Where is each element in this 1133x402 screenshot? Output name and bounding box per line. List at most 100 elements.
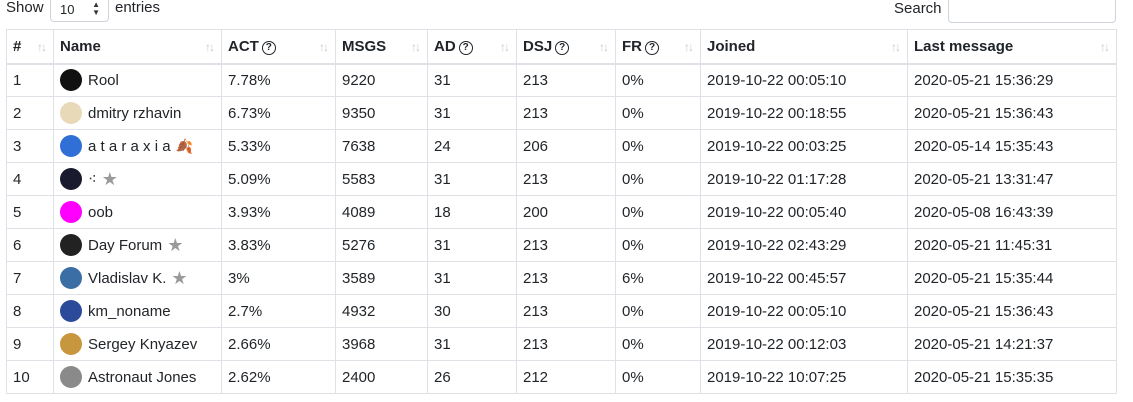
last-message-cell: 2020-05-21 15:35:44 — [907, 261, 1117, 295]
entries-per-page-select[interactable]: 10 ▲ ▼ — [50, 0, 109, 22]
joined-cell: 2019-10-22 00:03:25 — [700, 129, 908, 163]
user-cell[interactable]: km_noname — [60, 300, 215, 322]
last-message-cell: 2020-05-21 15:36:43 — [907, 294, 1117, 328]
act-cell: 5.33% — [221, 129, 336, 163]
column-header-joined[interactable]: Joined ↑↓ — [700, 29, 908, 65]
user-cell[interactable]: Day Forum ★ — [60, 234, 215, 256]
dsj-cell: 206 — [516, 129, 616, 163]
joined-cell: 2019-10-22 00:05:10 — [700, 294, 908, 328]
column-header-ad[interactable]: AD? ↑↓ — [427, 29, 517, 65]
user-name: Rool — [88, 71, 119, 89]
joined-cell: 2019-10-22 00:05:40 — [700, 195, 908, 229]
sort-icon[interactable]: ↑↓ — [411, 40, 421, 54]
ad-cell: 30 — [427, 294, 517, 328]
last-message-cell: 2020-05-14 15:35:43 — [907, 129, 1117, 163]
fr-cell: 6% — [615, 261, 701, 295]
table-header-row: # ↑↓ Name ↑↓ ACT? ↑↓ MSGS ↑↓ AD? ↑↓ DSJ? ↑↓ FR? ↑↓ Joi… — [6, 29, 1117, 65]
sort-icon[interactable]: ↑↓ — [205, 40, 215, 54]
avatar — [60, 333, 82, 355]
column-header-rank[interactable]: # ↑↓ — [6, 29, 54, 65]
msgs-cell: 9220 — [335, 63, 428, 97]
column-header-name[interactable]: Name ↑↓ — [53, 29, 222, 65]
dsj-cell: 213 — [516, 228, 616, 262]
dsj-cell: 213 — [516, 63, 616, 97]
dsj-cell: 213 — [516, 162, 616, 196]
msgs-cell: 2400 — [335, 360, 428, 394]
help-icon[interactable]: ? — [261, 40, 276, 55]
dsj-cell: 213 — [516, 261, 616, 295]
user-cell[interactable]: dmitry rzhavin — [60, 102, 215, 124]
sort-icon[interactable]: ↑↓ — [37, 40, 47, 54]
user-cell[interactable]: Astronaut Jones — [60, 366, 215, 388]
sort-icon[interactable]: ↑↓ — [599, 40, 609, 54]
user-name: a t a r a x i a — [88, 137, 171, 155]
column-header-fr[interactable]: FR? ↑↓ — [615, 29, 701, 65]
search-input[interactable] — [948, 0, 1116, 23]
user-name: oob — [88, 203, 114, 221]
star-icon: ★ — [101, 169, 118, 189]
last-message-cell: 2020-05-08 16:43:39 — [907, 195, 1117, 229]
user-cell[interactable]: Sergey Knyazev — [60, 333, 215, 355]
act-cell: 2.66% — [221, 327, 336, 361]
column-header-label: AD — [434, 37, 456, 55]
user-name: Sergey Knyazev — [88, 335, 198, 353]
column-header-dsj[interactable]: DSJ? ↑↓ — [516, 29, 616, 65]
ad-cell: 31 — [427, 162, 517, 196]
msgs-cell: 9350 — [335, 96, 428, 130]
sort-icon[interactable]: ↑↓ — [500, 40, 510, 54]
column-header-act[interactable]: ACT? ↑↓ — [221, 29, 336, 65]
dsj-cell: 213 — [516, 294, 616, 328]
column-header-last-message[interactable]: Last message ↑↓ — [907, 29, 1117, 65]
user-cell[interactable]: Rool — [60, 69, 215, 92]
user-cell[interactable]: a t a r a x i a 🍂 — [60, 135, 215, 157]
act-cell: 5.09% — [221, 162, 336, 196]
column-header-label: DSJ — [523, 37, 553, 55]
table-row: 8 km_noname 2.7% 4932 30 213 0% 2019-10-22 00:0… — [6, 294, 1117, 328]
dsj-cell: 213 — [516, 327, 616, 361]
sort-icon[interactable]: ↑↓ — [1100, 40, 1110, 54]
fr-cell: 0% — [615, 96, 701, 130]
rank-cell: 6 — [6, 228, 54, 262]
joined-cell: 2019-10-22 00:18:55 — [700, 96, 908, 130]
msgs-cell: 7638 — [335, 129, 428, 163]
name-cell: oob — [53, 195, 222, 229]
rank-cell: 1 — [6, 63, 54, 97]
sort-icon[interactable]: ↑↓ — [891, 40, 901, 54]
last-message-cell: 2020-05-21 15:35:35 — [907, 360, 1117, 394]
msgs-cell: 5583 — [335, 162, 428, 196]
msgs-cell: 3589 — [335, 261, 428, 295]
name-cell: Astronaut Jones — [53, 360, 222, 394]
column-header-msgs[interactable]: MSGS ↑↓ — [335, 29, 428, 65]
sort-icon[interactable]: ↑↓ — [319, 40, 329, 54]
name-cell: Sergey Knyazev — [53, 327, 222, 361]
msgs-cell: 3968 — [335, 327, 428, 361]
avatar — [60, 69, 82, 92]
help-icon[interactable]: ? — [458, 40, 473, 55]
last-message-cell: 2020-05-21 11:45:31 — [907, 228, 1117, 262]
column-header-label: Last message — [914, 37, 1014, 55]
user-cell[interactable]: Vladislav K. ★ — [60, 267, 215, 289]
joined-cell: 2019-10-22 10:07:25 — [700, 360, 908, 394]
avatar — [60, 201, 82, 223]
act-cell: 7.78% — [221, 63, 336, 97]
act-cell: 2.62% — [221, 360, 336, 394]
dsj-cell: 212 — [516, 360, 616, 394]
column-header-label: MSGS — [342, 37, 387, 55]
table-body: 1 Rool 7.78% 9220 31 213 0% 2019-10-22 00:05:10… — [6, 63, 1117, 394]
sort-icon[interactable]: ↑↓ — [684, 40, 694, 54]
user-cell[interactable]: ⁖ ★ — [60, 168, 215, 190]
act-cell: 6.73% — [221, 96, 336, 130]
rank-cell: 10 — [6, 360, 54, 394]
column-header-label: # — [13, 37, 22, 55]
entries-select-value: 10 — [60, 2, 75, 17]
ad-cell: 31 — [427, 327, 517, 361]
rank-cell: 3 — [6, 129, 54, 163]
dsj-cell: 213 — [516, 96, 616, 130]
help-icon[interactable]: ? — [555, 40, 570, 55]
user-cell[interactable]: oob — [60, 201, 215, 223]
last-message-cell: 2020-05-21 15:36:29 — [907, 63, 1117, 97]
dsj-cell: 200 — [516, 195, 616, 229]
name-cell: km_noname — [53, 294, 222, 328]
members-table: # ↑↓ Name ↑↓ ACT? ↑↓ MSGS ↑↓ AD? ↑↓ DSJ? ↑↓ FR? ↑↓ Joi… — [6, 29, 1117, 394]
help-icon[interactable]: ? — [645, 40, 659, 55]
